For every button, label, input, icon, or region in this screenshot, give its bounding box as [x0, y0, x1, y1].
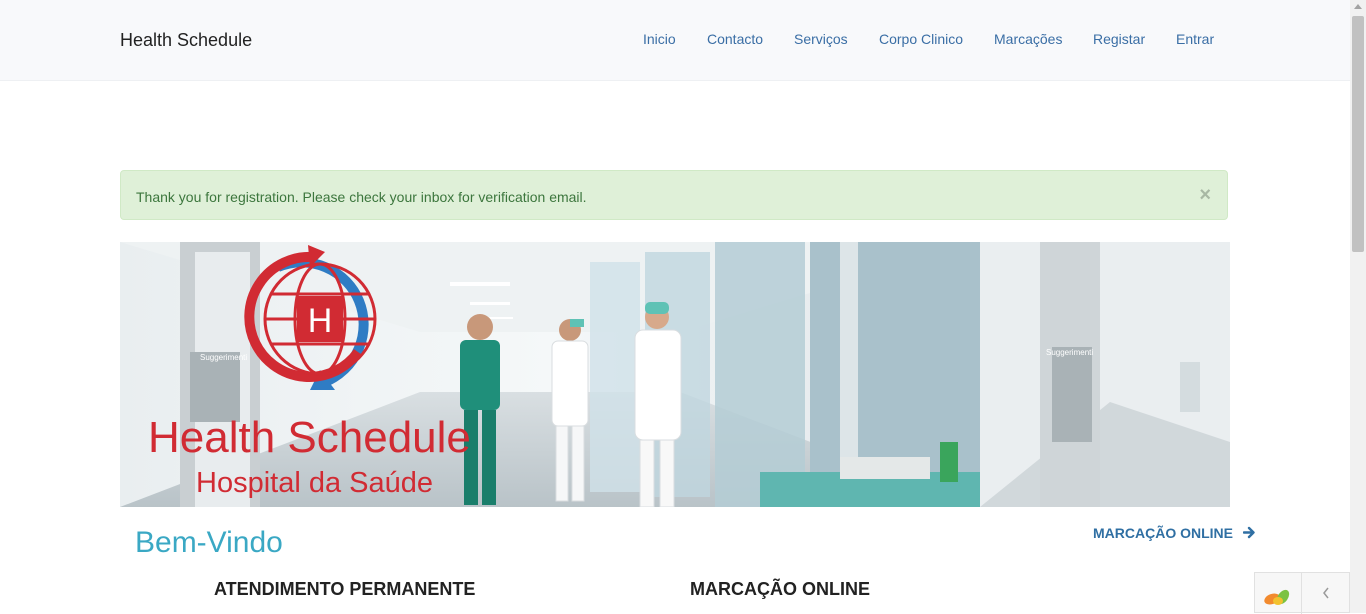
col-heading-atendimento: ATENDIMENTO PERMANENTE: [214, 579, 476, 599]
widget-divider: [1301, 573, 1302, 614]
online-booking-label: MARCAÇÃO ONLINE: [1093, 525, 1233, 541]
hero-banner: H Health Schedule Hospital da Saúde Sugg…: [120, 242, 1230, 507]
col-heading-marcacao: MARCAÇÃO ONLINE: [690, 579, 870, 599]
scrollbar-thumb[interactable]: [1352, 16, 1364, 252]
banner-title: Health Schedule: [148, 413, 471, 462]
nav-inicio[interactable]: Inicio: [643, 31, 676, 47]
nav-marcacoes[interactable]: Marcações: [994, 31, 1062, 47]
hospital-corridor-image: H Health Schedule Hospital da Saúde Sugg…: [120, 242, 1230, 507]
nav-servicos[interactable]: Serviços: [794, 31, 848, 47]
sign-label-right: Suggerimenti: [1046, 348, 1093, 357]
leaf-logo-icon[interactable]: [1263, 585, 1293, 612]
nav-corpo-clinico[interactable]: Corpo Clinico: [879, 31, 963, 47]
nav-entrar[interactable]: Entrar: [1176, 31, 1214, 47]
top-navbar: Health Schedule Inicio Contacto Serviços…: [0, 0, 1350, 81]
nav-menu: Inicio Contacto Serviços Corpo Clinico M…: [0, 31, 1350, 51]
scroll-up-arrow-icon[interactable]: [1354, 4, 1362, 9]
arrow-right-icon: [1242, 526, 1256, 542]
page-scrollbar[interactable]: [1350, 0, 1366, 613]
online-booking-link[interactable]: MARCAÇÃO ONLINE: [1093, 525, 1256, 542]
chevron-left-icon[interactable]: [1321, 586, 1331, 605]
banner-subtitle: Hospital da Saúde: [196, 467, 433, 499]
nav-registar[interactable]: Registar: [1093, 31, 1145, 47]
registration-success-alert: Thank you for registration. Please check…: [120, 170, 1228, 220]
logo-letter: H: [308, 302, 333, 340]
floating-widget[interactable]: [1254, 572, 1350, 614]
alert-message: Thank you for registration. Please check…: [136, 189, 587, 205]
welcome-heading: Bem-Vindo: [135, 526, 283, 559]
nav-contacto[interactable]: Contacto: [707, 31, 763, 47]
sign-label: Suggerimenti: [200, 353, 247, 362]
close-icon[interactable]: ×: [1199, 185, 1211, 205]
